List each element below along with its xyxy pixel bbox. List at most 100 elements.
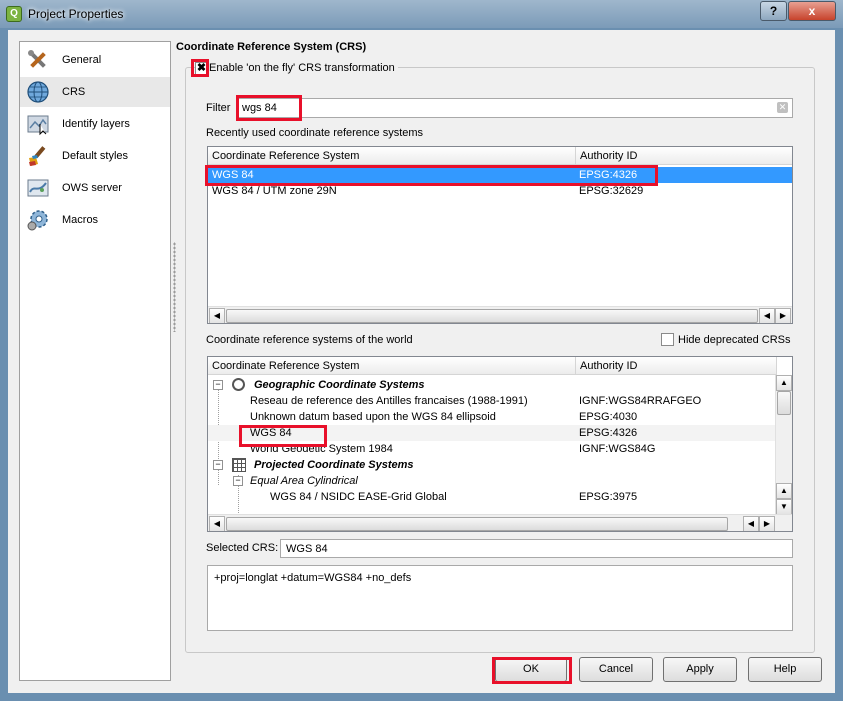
tree-group-geographic[interactable]: − Geographic Coordinate Systems (208, 377, 776, 393)
scroll-right-icon[interactable]: ▶ (759, 516, 775, 531)
selected-crs-label: Selected CRS: (206, 542, 279, 554)
recent-row-utm29n[interactable]: WGS 84 / UTM zone 29N EPSG:32629 (208, 183, 792, 199)
row-authority-id: EPSG:4326 (579, 427, 638, 439)
world-col-crs-header[interactable]: Coordinate Reference System (208, 357, 576, 375)
scroll-thumb[interactable] (777, 391, 791, 415)
row-crs-name: Reseau de reference des Antilles francai… (250, 395, 528, 407)
recent-row-wgs84[interactable]: WGS 84 EPSG:4326 (208, 167, 792, 183)
identify-icon (27, 115, 49, 136)
tree-row-ease-grid[interactable]: WGS 84 / NSIDC EASE-Grid Global EPSG:397… (208, 489, 776, 505)
sidebar-item-label: CRS (62, 86, 86, 98)
scroll-up-icon[interactable]: ▲ (776, 483, 792, 499)
help-button[interactable]: Help (748, 657, 822, 682)
column-header-label: Coordinate Reference System (212, 150, 360, 162)
recent-col-crs-header[interactable]: Coordinate Reference System (208, 147, 576, 165)
scroll-thumb[interactable] (226, 517, 728, 531)
row-authority-id: IGNF:WGS84G (579, 443, 656, 455)
scroll-up-icon[interactable]: ▲ (776, 375, 792, 391)
world-horizontal-scrollbar[interactable]: ◀ ◀ ▶ (208, 514, 792, 531)
collapse-icon[interactable]: − (213, 380, 223, 390)
filter-input[interactable]: wgs 84 ✕ (236, 98, 793, 118)
properties-sidebar: General CRS Identify layers Default styl… (19, 41, 171, 681)
collapse-icon[interactable]: − (233, 476, 243, 486)
proj-string-box[interactable]: +proj=longlat +datum=WGS84 +no_defs (207, 565, 793, 631)
scroll-left-icon[interactable]: ◀ (209, 516, 225, 531)
scroll-down-icon[interactable]: ▼ (776, 499, 792, 515)
ok-button[interactable]: OK (495, 657, 567, 682)
window-title: Project Properties (28, 7, 124, 21)
selected-crs-value: WGS 84 (286, 543, 328, 555)
sidebar-item-identify-layers[interactable]: Identify layers (20, 109, 170, 139)
tree-row-rraf[interactable]: Reseau de reference des Antilles francai… (208, 393, 776, 409)
paintbrush-icon (29, 146, 46, 166)
geographic-crs-icon (232, 378, 245, 391)
hide-deprecated-label: Hide deprecated CRSs (678, 334, 791, 346)
world-col-authority-header[interactable]: Authority ID (576, 357, 777, 375)
row-crs-name: WGS 84 / NSIDC EASE-Grid Global (270, 491, 447, 503)
sidebar-item-default-styles[interactable]: Default styles (20, 141, 170, 171)
tree-subgroup-equal-area[interactable]: − Equal Area Cylindrical (208, 473, 776, 489)
tree-row-wgs84[interactable]: WGS 84 EPSG:4326 (208, 425, 776, 441)
tree-subgroup-label: Equal Area Cylindrical (250, 475, 358, 487)
panel-splitter-handle[interactable] (173, 242, 176, 332)
project-properties-window: Q Project Properties ? x General CRS Ide… (0, 0, 843, 701)
gear-icon (27, 210, 48, 231)
recent-col-authority-header[interactable]: Authority ID (576, 147, 792, 165)
globe-icon (27, 81, 49, 103)
sidebar-item-label: General (62, 54, 102, 66)
selected-crs-field[interactable]: WGS 84 (280, 539, 793, 558)
column-header-label: Coordinate Reference System (212, 360, 360, 372)
proj-string-text: +proj=longlat +datum=WGS84 +no_defs (214, 572, 412, 584)
row-crs-name: Unknown datum based upon the WGS 84 elli… (250, 411, 496, 423)
tree-group-label: Projected Coordinate Systems (254, 459, 414, 471)
recent-horizontal-scrollbar[interactable]: ◀ ◀ ▶ (208, 306, 792, 323)
close-window-button[interactable]: x (788, 1, 836, 21)
scroll-left-icon[interactable]: ◀ (759, 308, 775, 323)
tree-group-projected[interactable]: − Projected Coordinate Systems (208, 457, 776, 473)
row-authority-id: EPSG:3975 (579, 491, 638, 503)
row-crs-name: WGS 84 / UTM zone 29N (212, 185, 337, 197)
row-authority-id: EPSG:4030 (579, 411, 638, 423)
hide-deprecated-checkbox[interactable] (661, 333, 674, 346)
apply-button[interactable]: Apply (663, 657, 737, 682)
world-crs-tree[interactable]: Coordinate Reference System Authority ID… (207, 356, 793, 532)
title-bar[interactable]: Q Project Properties ? x (0, 0, 843, 28)
scroll-thumb[interactable] (226, 309, 758, 323)
crs-section-title: Coordinate Reference System (CRS) (176, 41, 367, 53)
sidebar-item-label: OWS server (62, 182, 122, 194)
tree-row-unknown-datum[interactable]: Unknown datum based upon the WGS 84 elli… (208, 409, 776, 425)
filter-input-value: wgs 84 (242, 102, 277, 114)
row-crs-name: WGS 84 (212, 169, 254, 181)
enable-otf-checkbox[interactable]: ✖ (195, 62, 208, 75)
row-authority-id: EPSG:4326 (579, 169, 638, 181)
sidebar-item-ows-server[interactable]: OWS server (20, 173, 170, 203)
column-header-label: Authority ID (580, 150, 638, 162)
filter-label: Filter (206, 102, 231, 114)
collapse-icon[interactable]: − (213, 460, 223, 470)
row-crs-name: WGS 84 (250, 427, 292, 439)
tools-icon (28, 50, 46, 68)
clear-filter-icon[interactable]: ✕ (777, 102, 788, 113)
map-icon (27, 179, 49, 197)
sidebar-item-crs[interactable]: CRS (20, 77, 170, 107)
tree-group-label: Geographic Coordinate Systems (254, 379, 425, 391)
scroll-left-icon[interactable]: ◀ (743, 516, 759, 531)
column-header-label: Authority ID (580, 360, 638, 372)
scroll-left-icon[interactable]: ◀ (209, 308, 225, 323)
recent-crs-list[interactable]: Coordinate Reference System Authority ID… (207, 146, 793, 324)
sidebar-item-label: Identify layers (62, 118, 130, 130)
row-authority-id: IGNF:WGS84RRAFGEO (579, 395, 702, 407)
dialog-body: General CRS Identify layers Default styl… (8, 30, 835, 693)
scroll-right-icon[interactable]: ▶ (775, 308, 791, 323)
tree-row-wgs1984[interactable]: World Geodetic System 1984 IGNF:WGS84G (208, 441, 776, 457)
sidebar-item-general[interactable]: General (20, 45, 170, 75)
cancel-button[interactable]: Cancel (579, 657, 653, 682)
sidebar-item-macros[interactable]: Macros (20, 205, 170, 235)
row-crs-name: World Geodetic System 1984 (250, 443, 393, 455)
projected-crs-icon (232, 458, 246, 472)
world-crs-label: Coordinate reference systems of the worl… (206, 334, 413, 346)
recent-crs-label: Recently used coordinate reference syste… (206, 127, 424, 139)
world-vertical-scrollbar[interactable]: ▲ ▲ ▼ (775, 375, 792, 515)
help-titlebar-button[interactable]: ? (760, 1, 787, 21)
enable-otf-label: Enable 'on the fly' CRS transformation (209, 62, 398, 74)
